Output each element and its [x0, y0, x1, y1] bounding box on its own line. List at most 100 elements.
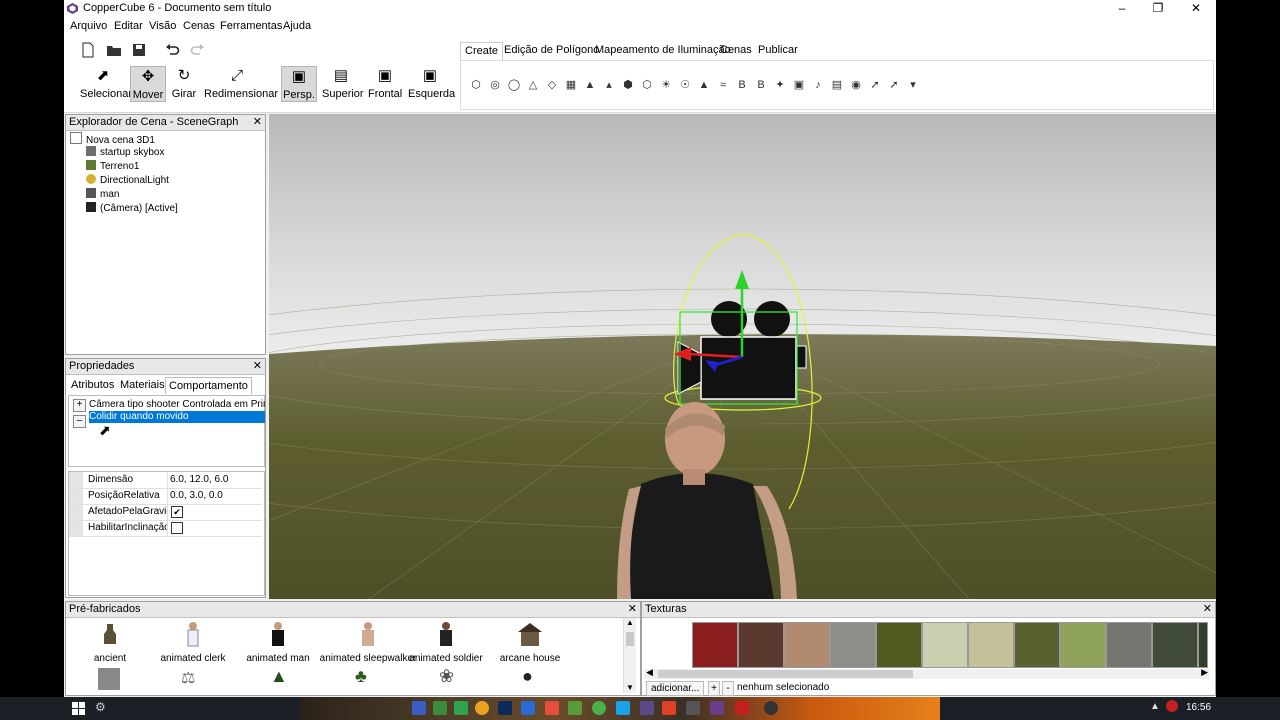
rotate-tool[interactable]: ↻ Girar [170, 66, 198, 101]
texture-thumbnail[interactable] [968, 622, 1014, 668]
texture-thumbnail[interactable] [1106, 622, 1152, 668]
property-row-afetado-gravidade[interactable]: AfetadoPelaGravid ✔ [69, 504, 262, 521]
texture-thumbnail[interactable] [1198, 622, 1208, 668]
bush-thumbnail-icon[interactable]: ● [522, 666, 533, 687]
tab-comportamento[interactable]: Comportamento [165, 377, 252, 394]
taskbar-app-icon[interactable] [616, 701, 630, 715]
tree-item-terrain[interactable]: Terreno1 [86, 160, 139, 174]
left-view-button[interactable]: ▣ Esquerda [408, 66, 455, 101]
minimize-button[interactable]: – [1104, 0, 1140, 18]
add-texture-button[interactable]: adicionar... [646, 681, 705, 696]
settings-gear-icon[interactable]: ⚙ [95, 700, 106, 714]
move-tool[interactable]: ✥ Mover [130, 66, 166, 102]
expand-icon[interactable]: + [73, 399, 86, 412]
prefabs-scrollbar[interactable]: ▲ ▼ [623, 618, 636, 693]
collapse-icon[interactable]: – [73, 415, 86, 428]
more-dropdown-icon[interactable]: ▾ [906, 78, 920, 92]
scroll-thumb[interactable] [626, 632, 634, 646]
top-view-button[interactable]: ▤ Superior [322, 66, 364, 101]
plane-icon[interactable]: ◇ [545, 78, 559, 92]
property-row-habilitar-inclinacao[interactable]: HabilitarInclinação [69, 520, 262, 537]
taskbar-app-icon[interactable] [662, 701, 676, 715]
clock[interactable]: 16:56 [1186, 702, 1211, 713]
new-file-icon[interactable] [80, 42, 96, 58]
texture-thumbnail[interactable] [1014, 622, 1060, 668]
menu-cenas[interactable]: Cenas [183, 20, 215, 32]
redo-icon[interactable] [190, 42, 206, 58]
behavior-item-shooter-camera[interactable]: Câmera tipo shooter Controlada em Prim [89, 399, 265, 411]
taskbar-app-icon[interactable] [735, 701, 749, 715]
texture-thumbnail[interactable] [1060, 622, 1106, 668]
tab-atributos[interactable]: Atributos [68, 377, 117, 393]
prefab-item-arcane-house[interactable]: arcane house [480, 620, 580, 664]
sound-icon[interactable]: ♪ [811, 78, 825, 92]
texture-thumbnail[interactable] [922, 622, 968, 668]
texture-thumbnail[interactable] [830, 622, 876, 668]
menu-editar[interactable]: Editar [114, 20, 143, 32]
light-icon[interactable]: ☀ [659, 78, 673, 92]
close-icon[interactable]: ✕ [1203, 602, 1212, 617]
cylinder-icon[interactable]: ◯ [507, 78, 521, 92]
menu-ajuda[interactable]: Ajuda [283, 20, 311, 32]
tab-create[interactable]: Create [460, 42, 504, 61]
directional-light-icon[interactable]: ☉ [678, 78, 692, 92]
text-icon[interactable]: B [735, 78, 749, 92]
terrain-icon[interactable]: ▲ [583, 78, 597, 92]
tree-thumbnail-icon[interactable]: ♣ [355, 666, 367, 687]
skybox-icon[interactable]: ⬢ [621, 78, 635, 92]
joint-icon[interactable]: ➚ [887, 78, 901, 92]
tab-materiais[interactable]: Materiais [117, 377, 168, 393]
scroll-right-icon[interactable]: ▶ [1201, 667, 1208, 678]
add-texture-plus-button[interactable]: + [708, 681, 720, 696]
tree-icon[interactable]: ▲ [697, 78, 711, 92]
property-row-dimensao[interactable]: Dimensão 6.0, 12.0, 6.0 [69, 472, 262, 489]
scroll-down-icon[interactable]: ▼ [624, 683, 636, 693]
bike-thumbnail-icon[interactable]: ⚖ [181, 668, 195, 688]
texture-thumbnail[interactable] [692, 622, 738, 668]
taskbar-app-icon[interactable] [592, 701, 606, 715]
tray-app-icon[interactable] [1166, 700, 1178, 712]
scroll-left-icon[interactable]: ◀ [646, 667, 653, 678]
taskbar-app-icon[interactable] [640, 701, 654, 715]
tree-item-camera[interactable]: (Câmera) [Active] [86, 202, 178, 216]
3d-viewport[interactable] [269, 114, 1216, 599]
mobile-input-icon[interactable]: ▣ [792, 78, 806, 92]
overlay-icon[interactable]: B [754, 78, 768, 92]
tray-up-arrow-icon[interactable]: ▲ [1150, 701, 1160, 712]
front-view-button[interactable]: ▣ Frontal [368, 66, 402, 101]
texture-thumbnail[interactable] [1152, 622, 1198, 668]
line-icon[interactable]: ➚ [868, 78, 882, 92]
restore-button[interactable]: ❐ [1140, 0, 1176, 18]
particle-icon[interactable]: ◉ [849, 78, 863, 92]
resize-tool[interactable]: ⤢ Redimensionar [204, 66, 278, 101]
scroll-up-icon[interactable]: ▲ [624, 618, 636, 628]
chrome-icon[interactable] [475, 701, 489, 715]
tree-item-man[interactable]: man [86, 188, 119, 202]
terrain-green-icon[interactable]: ▴ [602, 78, 616, 92]
open-folder-icon[interactable] [106, 42, 122, 58]
taskbar-app-icon[interactable] [454, 701, 468, 715]
property-row-posicao-relativa[interactable]: PosiçãoRelativa 0.0, 3.0, 0.0 [69, 488, 262, 505]
close-button[interactable]: ✕ [1178, 0, 1214, 18]
texture-thumbnail[interactable] [784, 622, 830, 668]
menu-ferramentas[interactable]: Ferramentas [220, 20, 282, 32]
taskbar-app-icon[interactable] [412, 701, 426, 715]
cone-icon[interactable]: △ [526, 78, 540, 92]
save-icon[interactable] [131, 42, 147, 58]
gravity-checkbox[interactable]: ✔ [171, 506, 183, 518]
menu-arquivo[interactable]: Arquivo [70, 20, 107, 32]
coppercube-taskbar-icon[interactable] [710, 701, 724, 715]
tree-item-skybox[interactable]: startup skybox [86, 146, 164, 160]
tab-mapeamento-iluminacao[interactable]: Mapeamento de Iluminação [591, 42, 735, 60]
taskbar-app-icon[interactable] [433, 701, 447, 715]
cube-icon[interactable]: ⬡ [469, 78, 483, 92]
windows-start-icon[interactable] [72, 702, 85, 715]
close-icon[interactable]: ✕ [253, 359, 262, 374]
tree-item-root[interactable]: Nova cena 3D1 [70, 132, 155, 146]
tab-publicar[interactable]: Publicar [754, 42, 802, 60]
taskbar-app-icon[interactable] [521, 701, 535, 715]
path-icon[interactable]: ✦ [773, 78, 787, 92]
photoshop-icon[interactable] [498, 701, 512, 715]
taskbar-app-icon[interactable] [568, 701, 582, 715]
tree-thumbnail-icon[interactable]: ▲ [270, 666, 288, 687]
